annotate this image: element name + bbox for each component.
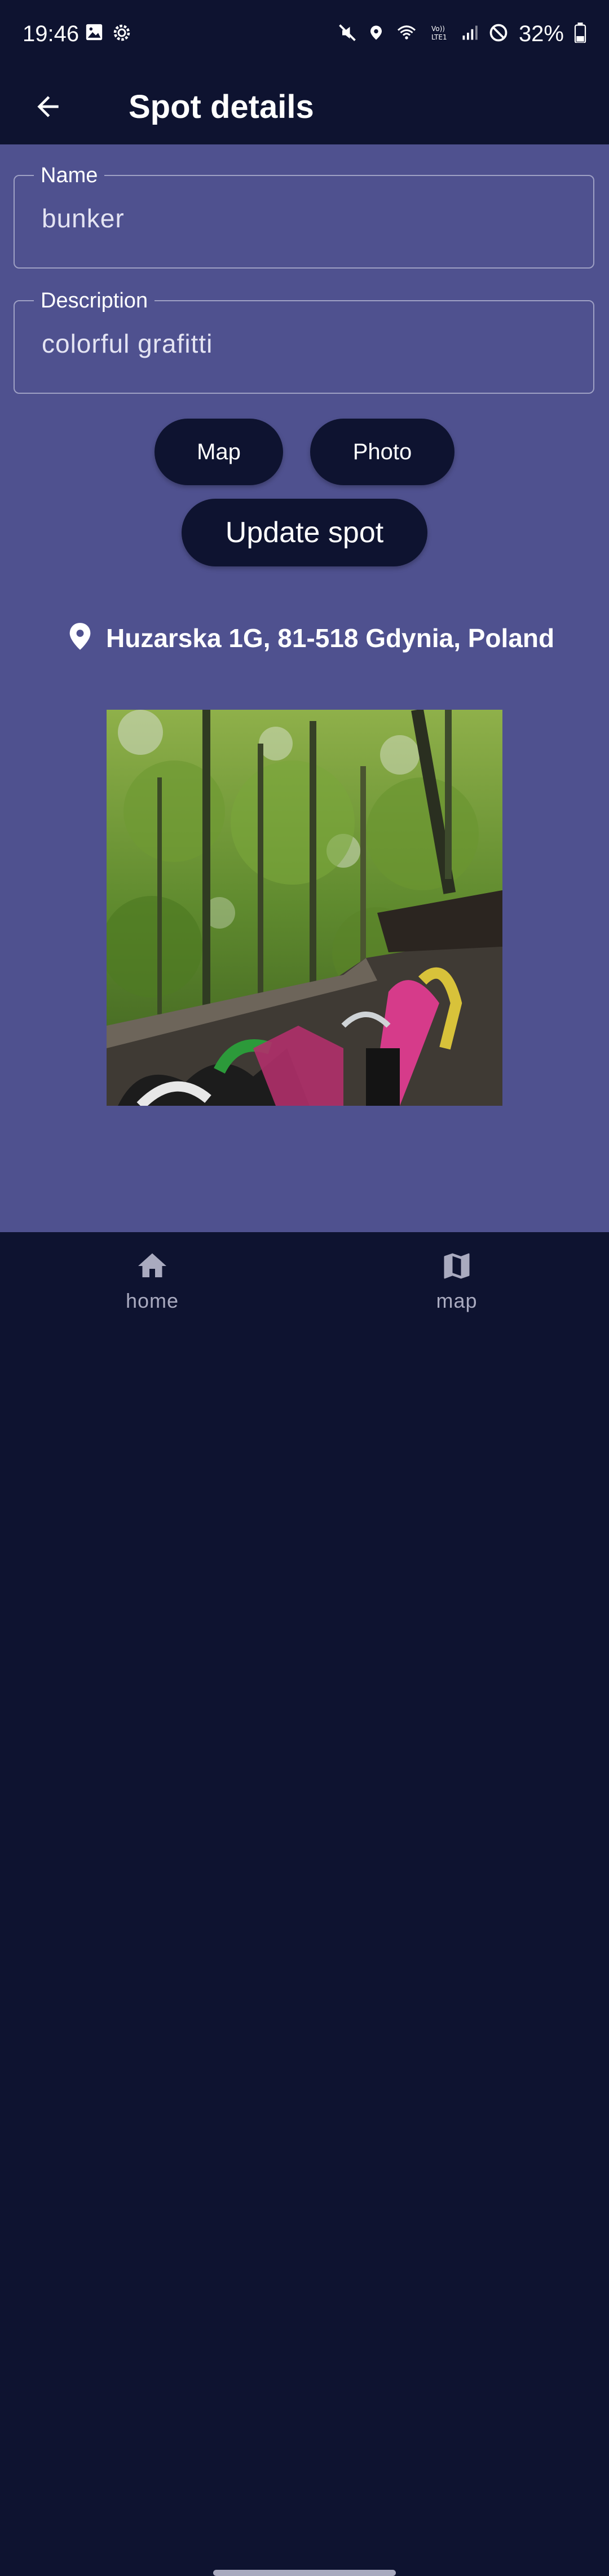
settings-icon <box>112 23 132 46</box>
home-icon <box>135 1249 169 1286</box>
spot-details-content: Name bunker Description colorful grafitt… <box>0 144 609 1232</box>
update-spot-button[interactable]: Update spot <box>182 499 427 566</box>
name-field[interactable]: Name bunker <box>14 161 594 269</box>
name-field-value[interactable]: bunker <box>42 203 125 234</box>
status-time: 19:46 <box>23 21 80 46</box>
photo-button[interactable]: Photo <box>310 419 454 485</box>
status-left-icons <box>85 23 132 46</box>
location-pin-icon <box>68 622 92 654</box>
signal-icon <box>461 23 478 46</box>
battery-icon <box>574 23 586 46</box>
app-bar: Spot details <box>0 68 609 144</box>
description-field[interactable]: Description colorful grafitti <box>14 287 594 394</box>
address-text: Huzarska 1G, 81-518 Gdynia, Poland <box>106 623 555 653</box>
gesture-bar[interactable] <box>213 2570 396 2576</box>
status-right-icons: Vo)) LTE1 32% <box>337 21 586 47</box>
mute-icon <box>337 23 358 46</box>
dnd-icon <box>488 23 509 46</box>
nav-item-home[interactable]: home <box>96 1249 209 1313</box>
battery-percent: 32% <box>518 21 564 46</box>
map-button[interactable]: Map <box>155 419 283 485</box>
nav-item-home-label: home <box>125 1289 179 1312</box>
volte-icon: Vo)) LTE1 <box>429 23 451 46</box>
arrow-back-icon <box>32 91 64 125</box>
nav-item-map-label: map <box>436 1289 478 1312</box>
name-field-label: Name <box>34 161 105 190</box>
svg-text:Vo)): Vo)) <box>431 25 445 33</box>
nav-item-map[interactable]: map <box>400 1249 513 1313</box>
address-row: Huzarska 1G, 81-518 Gdynia, Poland <box>68 622 554 654</box>
bottom-navigation: home map <box>0 1232 609 2576</box>
status-bar: 19:46 Vo)) LTE1 32% <box>0 0 609 68</box>
wifi-icon <box>395 23 418 46</box>
spot-photo <box>107 710 502 1106</box>
svg-text:LTE1: LTE1 <box>431 33 447 41</box>
description-field-label: Description <box>34 287 155 315</box>
location-icon <box>368 23 385 46</box>
back-button[interactable] <box>23 82 73 133</box>
image-icon <box>85 23 104 46</box>
description-field-value[interactable]: colorful grafitti <box>42 328 213 359</box>
map-icon <box>440 1249 474 1286</box>
page-title: Spot details <box>129 89 314 125</box>
